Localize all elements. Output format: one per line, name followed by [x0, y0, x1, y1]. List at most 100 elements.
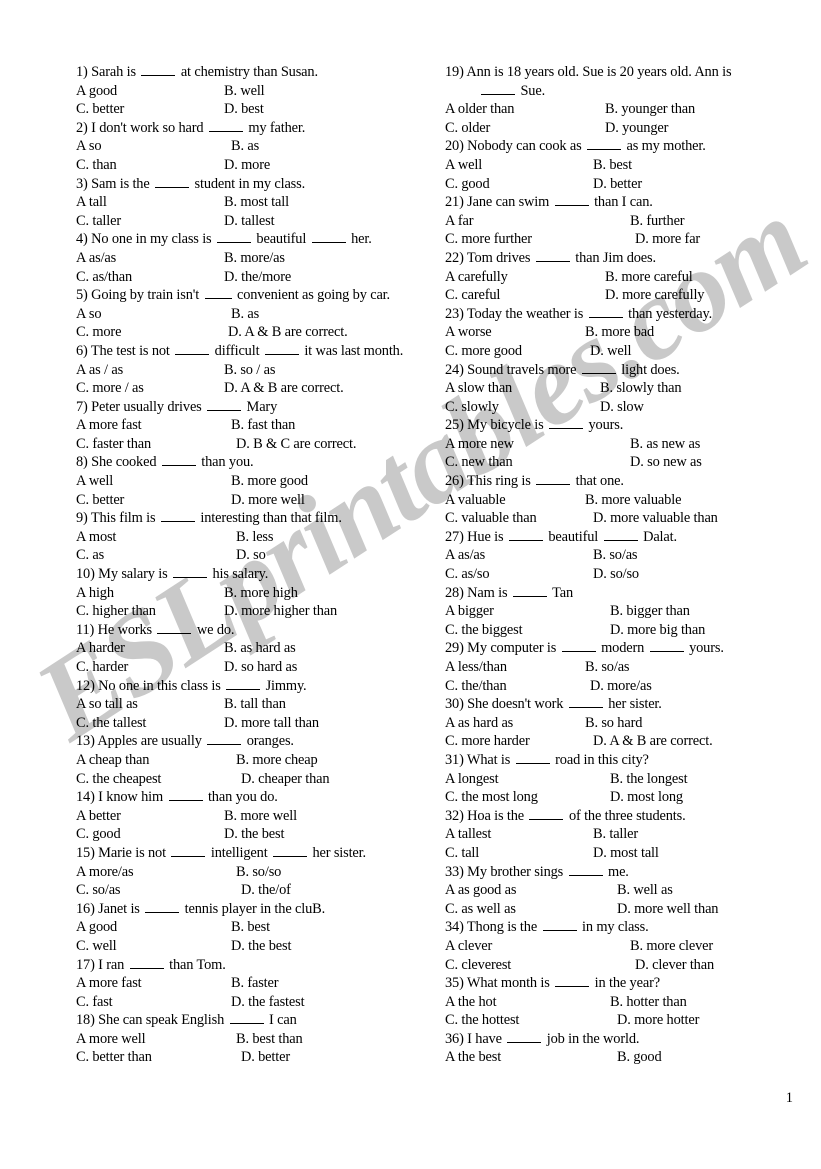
answer-blank[interactable] [161, 454, 196, 467]
answer-option[interactable]: A more new [445, 435, 514, 454]
answer-option[interactable]: B. as new as [630, 435, 700, 454]
answer-option[interactable]: A cheap than [76, 751, 149, 770]
answer-option[interactable]: D. more far [635, 230, 700, 249]
answer-option[interactable]: C. more harder [445, 732, 530, 751]
answer-option[interactable]: C. as [76, 546, 104, 565]
answer-blank[interactable] [311, 231, 346, 244]
answer-option[interactable]: C. good [76, 825, 121, 844]
answer-option[interactable]: B. more valuable [585, 491, 681, 510]
answer-option[interactable]: C. the/than [445, 677, 507, 696]
answer-option[interactable]: A worse [445, 323, 492, 342]
answer-option[interactable]: C. more / as [76, 379, 144, 398]
answer-option[interactable]: D. B & C are correct. [236, 435, 356, 454]
answer-option[interactable]: D. more valuable than [593, 509, 718, 528]
answer-blank[interactable] [554, 193, 589, 207]
answer-blank[interactable] [481, 82, 515, 95]
answer-blank[interactable] [171, 844, 206, 857]
answer-option[interactable]: B. best [593, 156, 632, 175]
answer-option[interactable]: A good [76, 82, 117, 101]
answer-option[interactable]: A more fast [76, 416, 142, 435]
answer-option[interactable]: C. so/as [76, 881, 121, 900]
answer-option[interactable]: D. more higher than [224, 602, 337, 621]
answer-option[interactable]: B. the longest [610, 770, 688, 789]
answer-option[interactable]: B. best [231, 918, 270, 937]
answer-blank[interactable] [649, 640, 684, 653]
answer-option[interactable]: A so [76, 137, 102, 156]
answer-blank[interactable] [588, 305, 623, 318]
answer-option[interactable]: D. the/of [241, 881, 291, 900]
answer-option[interactable]: D. well [590, 342, 631, 361]
answer-option[interactable]: B. taller [593, 825, 638, 844]
answer-option[interactable]: A well [76, 472, 113, 491]
answer-option[interactable]: C. the most long [445, 788, 538, 807]
answer-option[interactable]: A longest [445, 770, 499, 789]
answer-blank[interactable] [229, 1011, 264, 1025]
answer-blank[interactable] [549, 416, 584, 430]
answer-option[interactable]: D. better [593, 175, 642, 194]
answer-option[interactable]: A more well [76, 1030, 146, 1049]
answer-blank[interactable] [129, 956, 164, 969]
answer-option[interactable]: A so tall as [76, 695, 138, 714]
answer-option[interactable]: C. taller [76, 212, 121, 231]
answer-option[interactable]: C. new than [445, 453, 513, 472]
answer-blank[interactable] [145, 900, 180, 913]
answer-option[interactable]: A tallest [445, 825, 491, 844]
answer-option[interactable]: A more fast [76, 974, 142, 993]
answer-option[interactable]: B. more high [224, 584, 298, 603]
answer-option[interactable]: B. so/so [236, 863, 281, 882]
answer-option[interactable]: B. as hard as [224, 639, 296, 658]
answer-blank[interactable] [561, 640, 596, 653]
answer-option[interactable]: D. so new as [630, 453, 702, 472]
answer-option[interactable]: B. further [630, 212, 685, 231]
answer-option[interactable]: D. more carefully [605, 286, 704, 305]
answer-blank[interactable] [216, 231, 251, 244]
answer-option[interactable]: C. better [76, 491, 124, 510]
answer-option[interactable]: C. more good [445, 342, 522, 361]
answer-blank[interactable] [172, 565, 207, 579]
answer-blank[interactable] [555, 974, 590, 988]
answer-option[interactable]: A the best [445, 1048, 501, 1067]
answer-blank[interactable] [508, 528, 543, 541]
answer-option[interactable]: D. the fastest [231, 993, 305, 1012]
answer-option[interactable]: D. younger [605, 119, 668, 138]
answer-option[interactable]: A far [445, 212, 474, 231]
answer-option[interactable]: C. fast [76, 993, 113, 1012]
answer-option[interactable]: C. the cheapest [76, 770, 161, 789]
answer-blank[interactable] [226, 677, 261, 690]
answer-option[interactable]: D. more big than [610, 621, 705, 640]
answer-option[interactable]: C. the hottest [445, 1011, 519, 1030]
answer-option[interactable]: A as / as [76, 361, 123, 380]
answer-option[interactable]: A as hard as [445, 714, 513, 733]
answer-option[interactable]: C. faster than [76, 435, 151, 454]
answer-option[interactable]: C. higher than [76, 602, 156, 621]
answer-blank[interactable] [157, 621, 192, 634]
answer-blank[interactable] [536, 472, 571, 486]
answer-option[interactable]: A high [76, 584, 114, 603]
answer-option[interactable]: B. tall than [224, 695, 286, 714]
answer-option[interactable]: D. more hotter [617, 1011, 699, 1030]
answer-option[interactable]: B. well [224, 82, 265, 101]
answer-option[interactable]: C. careful [445, 286, 500, 305]
answer-option[interactable]: A as good as [445, 881, 517, 900]
answer-option[interactable]: C. well [76, 937, 117, 956]
answer-option[interactable]: D. more/as [590, 677, 652, 696]
answer-blank[interactable] [204, 286, 232, 300]
answer-option[interactable]: C. more [76, 323, 121, 342]
answer-option[interactable]: D. slow [600, 398, 644, 417]
answer-option[interactable]: D. the best [224, 825, 284, 844]
answer-blank[interactable] [507, 1030, 542, 1043]
answer-option[interactable]: D. clever than [635, 956, 714, 975]
answer-blank[interactable] [207, 398, 242, 411]
answer-option[interactable]: D. more [224, 156, 270, 175]
answer-blank[interactable] [542, 919, 577, 932]
answer-option[interactable]: B. more cheap [236, 751, 318, 770]
answer-blank[interactable] [168, 788, 203, 802]
answer-option[interactable]: A carefully [445, 268, 508, 287]
answer-option[interactable]: D. A & B are correct. [593, 732, 713, 751]
answer-option[interactable]: C. good [445, 175, 490, 194]
answer-blank[interactable] [273, 844, 307, 857]
answer-option[interactable]: D. so/so [593, 565, 639, 584]
answer-option[interactable]: D. tallest [224, 212, 275, 231]
answer-option[interactable]: B. more well [224, 807, 297, 826]
answer-option[interactable]: A valuable [445, 491, 506, 510]
